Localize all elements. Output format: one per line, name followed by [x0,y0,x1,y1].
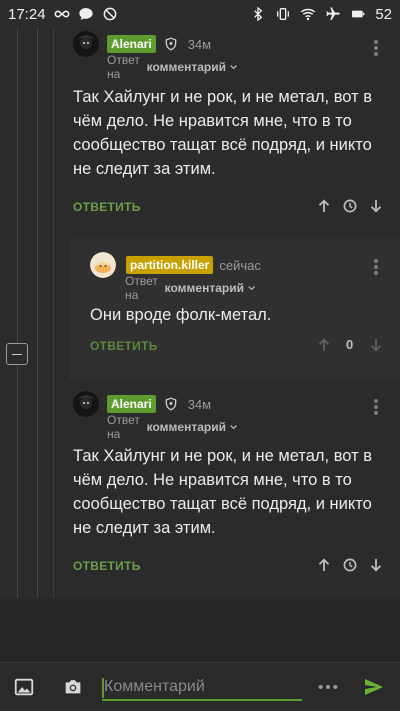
reply-prefix: Ответ на [125,274,158,302]
infinity-icon [54,6,70,22]
thread-line [53,28,54,598]
image-icon[interactable] [12,675,36,699]
comment-text: Так Хайлунг и не рок, и не метал, вот в … [73,88,373,178]
battery-level: 52 [375,5,392,23]
comment-time: 34м [187,396,212,412]
downvote-icon[interactable] [367,556,385,574]
thread-line [37,28,38,598]
send-icon[interactable] [362,675,386,699]
reply-prefix: Ответ на [107,53,140,81]
reply-target: комментарий [146,420,226,434]
text-caret [102,678,104,698]
wifi-icon [300,6,316,22]
chevron-down-icon [230,425,237,430]
camera-icon[interactable] [61,675,85,699]
more-options-icon[interactable] [374,40,378,56]
shield-icon [165,37,176,51]
score-value: 0 [346,337,354,352]
do-not-disturb-icon [102,6,118,22]
upvote-icon[interactable] [315,197,333,215]
reply-prefix: Ответ на [107,413,140,441]
score: 0 [346,337,353,352]
reply-to-link[interactable]: Ответ на комментарий [107,413,237,441]
more-horizontal-icon[interactable] [316,675,340,699]
collapse-thread-button[interactable] [6,343,28,365]
status-bar: 17:24 52 [0,0,400,28]
shield-icon [165,397,176,411]
bluetooth-icon [250,6,266,22]
battery-icon [350,6,366,22]
avatar[interactable] [73,31,99,57]
comment-composer [0,662,400,711]
reply-target: комментарий [164,281,244,295]
avatar[interactable] [73,391,99,417]
upvote-icon[interactable] [315,556,333,574]
author-name[interactable]: Alenari [107,35,156,53]
author-name[interactable]: Alenari [107,395,156,413]
content-bottom-area [0,598,400,662]
thread-line [17,28,18,598]
comment-text: Они вроде фолк-метал. [90,306,272,324]
comment-text: Так Хайлунг и не рок, и не метал, вот в … [73,447,373,537]
vibrate-icon [275,6,291,22]
comment-input[interactable] [102,675,302,701]
clock-icon [341,197,359,215]
avatar[interactable] [90,252,116,278]
more-options-icon[interactable] [374,259,378,275]
reply-to-link[interactable]: Ответ на комментарий [125,274,255,302]
upvote-icon[interactable] [315,336,333,354]
chevron-down-icon [230,65,237,70]
status-time: 17:24 [8,5,46,23]
clock-icon [341,556,359,574]
reply-to-link[interactable]: Ответ на комментарий [107,53,237,81]
downvote-icon[interactable] [367,336,385,354]
reply-button[interactable]: ОТВЕТИТЬ [90,339,158,353]
author-name[interactable]: partition.killer [126,256,214,274]
reply-button[interactable]: ОТВЕТИТЬ [73,559,141,573]
downvote-icon[interactable] [367,197,385,215]
comment-time: 34м [187,36,212,52]
chat-bubble-icon [78,6,94,22]
reply-target: комментарий [146,60,226,74]
more-options-icon[interactable] [374,399,378,415]
airplane-icon [325,6,341,22]
chevron-down-icon [248,286,255,291]
reply-button[interactable]: ОТВЕТИТЬ [73,200,141,214]
comment-time: сейчас [219,257,261,273]
